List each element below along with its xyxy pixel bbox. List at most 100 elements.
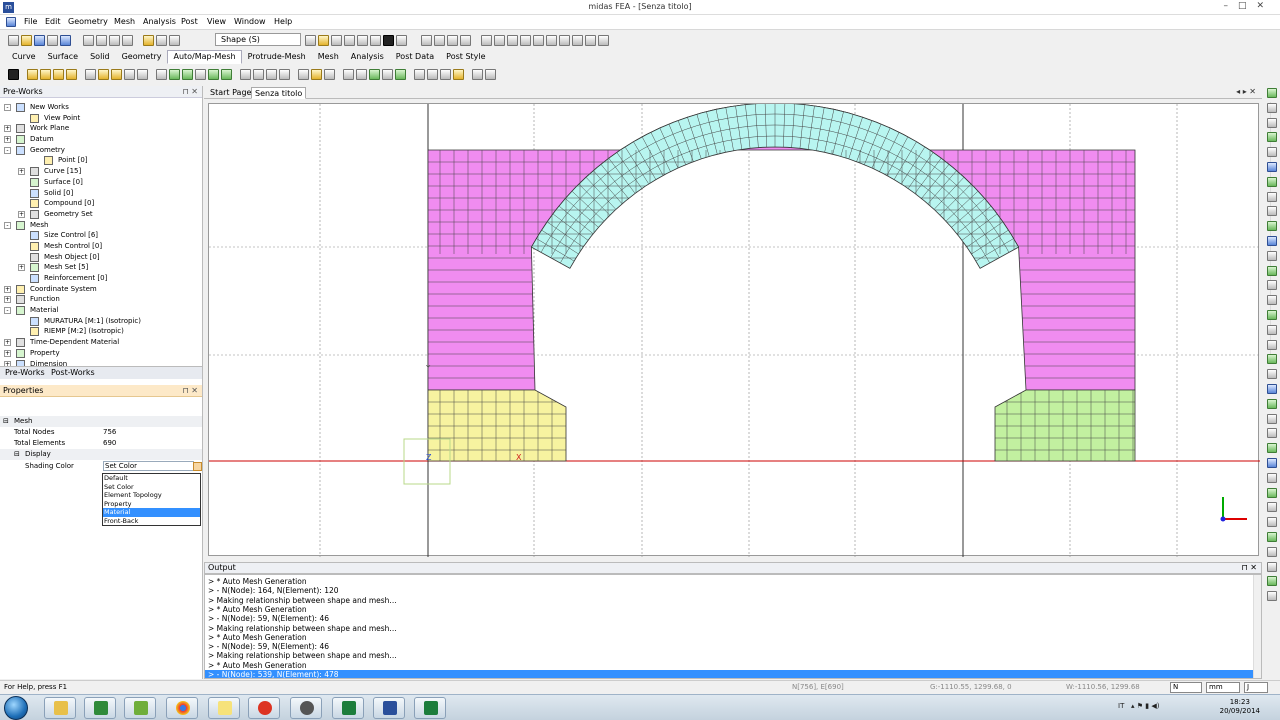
align-icon[interactable] [440, 68, 451, 80]
measure-mesh-icon[interactable] [472, 68, 483, 80]
bulb-icon[interactable] [1267, 472, 1277, 483]
tab-protrude-mesh[interactable]: Protrude-Mesh [242, 50, 312, 64]
menu-geometry[interactable]: Geometry [68, 17, 108, 26]
option-front-back[interactable]: Front-Back [103, 517, 200, 526]
hidden-icon[interactable] [1267, 206, 1277, 217]
map-mesh-edge-icon[interactable] [98, 68, 109, 80]
size-control-icon[interactable] [137, 68, 148, 80]
tab-surface[interactable]: Surface [42, 50, 84, 64]
plus-icon[interactable] [1267, 398, 1277, 409]
zoom-window-icon[interactable] [331, 34, 342, 46]
snap-point-icon[interactable] [533, 34, 544, 46]
undo-icon[interactable] [83, 34, 94, 46]
tree-item[interactable]: Surface [0] [0, 177, 192, 188]
merge-icon[interactable] [343, 68, 354, 80]
box4-icon[interactable] [1267, 265, 1277, 276]
auto-mesh-edge-icon[interactable] [40, 68, 51, 80]
tab-post-data[interactable]: Post Data [390, 50, 440, 64]
gen-taskbar-icon[interactable] [414, 697, 446, 719]
tab-start-page[interactable]: Start Page [207, 87, 254, 99]
civil-taskbar-icon[interactable] [332, 697, 364, 719]
display-icon[interactable] [421, 34, 432, 46]
print-icon[interactable] [47, 34, 58, 46]
camera-icon[interactable] [585, 34, 596, 46]
shade-icon[interactable] [1267, 176, 1277, 187]
explorer-taskbar-icon[interactable] [44, 697, 76, 719]
language-indicator[interactable]: IT [1118, 702, 1124, 710]
tree-item[interactable]: + Curve [15] [0, 166, 192, 177]
extrude-mesh-icon[interactable] [208, 68, 219, 80]
heat-unit-select[interactable]: J [1244, 682, 1268, 693]
redo-icon[interactable] [109, 34, 120, 46]
window-controls[interactable]: –□✕ [1223, 1, 1274, 11]
tab-geometry[interactable]: Geometry [116, 50, 168, 64]
zoom-fit-icon[interactable] [344, 34, 355, 46]
quality-icon[interactable] [453, 68, 464, 80]
expand-icon[interactable]: + [4, 136, 11, 144]
expand-icon[interactable]: + [18, 168, 25, 176]
folder-taskbar-icon[interactable] [208, 697, 240, 719]
collapse-icon[interactable]: - [4, 146, 11, 154]
menu-analysis[interactable]: Analysis [143, 17, 176, 26]
box8-icon[interactable] [1267, 324, 1277, 335]
view-iso-icon[interactable] [1267, 147, 1277, 158]
auto-mesh-face-icon[interactable] [53, 68, 64, 80]
box6-icon[interactable] [1267, 295, 1277, 306]
tree-item[interactable]: + Property [0, 348, 192, 359]
hand-icon[interactable] [1267, 383, 1277, 394]
map-mesh-solid-icon[interactable] [124, 68, 135, 80]
hybrid-mesh-icon[interactable] [169, 68, 180, 80]
tree-item[interactable]: RIEMP [M:2] (Isotropic) [0, 326, 192, 337]
split-icon[interactable] [356, 68, 367, 80]
collapse-icon[interactable]: ⊟ [3, 416, 9, 427]
tab-analysis[interactable]: Analysis [345, 50, 390, 64]
menu-help[interactable]: Help [274, 17, 292, 26]
expand-icon[interactable]: + [4, 125, 11, 133]
expand-icon[interactable]: + [4, 339, 11, 347]
tree-item[interactable]: Compound [0] [0, 198, 192, 209]
tree-item[interactable]: + Mesh Set [5] [0, 262, 192, 273]
project-taskbar-icon[interactable] [124, 697, 156, 719]
view-3d-icon[interactable] [1267, 161, 1277, 172]
model-viewport[interactable]: Z X Y [208, 102, 1260, 557]
help-icon[interactable] [60, 34, 71, 46]
render-icon[interactable] [383, 34, 394, 46]
menu-post[interactable]: Post [181, 17, 198, 26]
tab-post-style[interactable]: Post Style [440, 50, 491, 64]
fill-mesh-icon[interactable] [279, 68, 290, 80]
option-default[interactable]: Default [103, 474, 200, 483]
tree-item[interactable]: Mesh Object [0] [0, 252, 192, 263]
node-grid-icon[interactable] [481, 34, 492, 46]
zoom-icon[interactable] [1267, 354, 1277, 365]
save-icon[interactable] [34, 34, 45, 46]
rotate-icon[interactable] [370, 34, 381, 46]
measure-icon[interactable] [1267, 546, 1277, 557]
tree-item[interactable]: + Dimension [0, 359, 192, 366]
undo-view-icon[interactable] [1267, 443, 1277, 454]
length-unit-select[interactable]: mm [1206, 682, 1240, 693]
line-angle-icon[interactable] [507, 34, 518, 46]
box3-icon[interactable] [1267, 250, 1277, 261]
pick-icon[interactable] [156, 34, 167, 46]
element-icon[interactable] [427, 68, 438, 80]
tree-item[interactable]: + Geometry Set [0, 209, 192, 220]
revolve-mesh-icon[interactable] [221, 68, 232, 80]
tab-post-works[interactable]: Post-Works [51, 368, 95, 377]
cut-icon[interactable] [1267, 591, 1277, 602]
settings-icon[interactable] [598, 34, 609, 46]
offset-mesh-icon[interactable] [253, 68, 264, 80]
force-unit-select[interactable]: N [1170, 682, 1202, 693]
collapse-icon[interactable]: - [4, 104, 11, 111]
grid-mesh-icon[interactable] [156, 68, 167, 80]
tetra-mesh-icon[interactable] [182, 68, 193, 80]
tree-item[interactable]: Point [0] [0, 155, 192, 166]
shading-color-dropdown[interactable]: Default Set Color Element Topology Prope… [102, 473, 201, 526]
menu-view[interactable]: View [207, 17, 226, 26]
midas-fea-taskbar-icon[interactable] [373, 697, 405, 719]
expand-icon[interactable]: + [4, 296, 11, 304]
tree-item[interactable]: + Coordinate System [0, 284, 192, 295]
close-button[interactable]: ✕ [1256, 1, 1274, 11]
pan-icon[interactable] [357, 34, 368, 46]
tab-pre-works[interactable]: Pre-Works [5, 368, 45, 377]
view-top-icon[interactable] [1267, 102, 1277, 113]
